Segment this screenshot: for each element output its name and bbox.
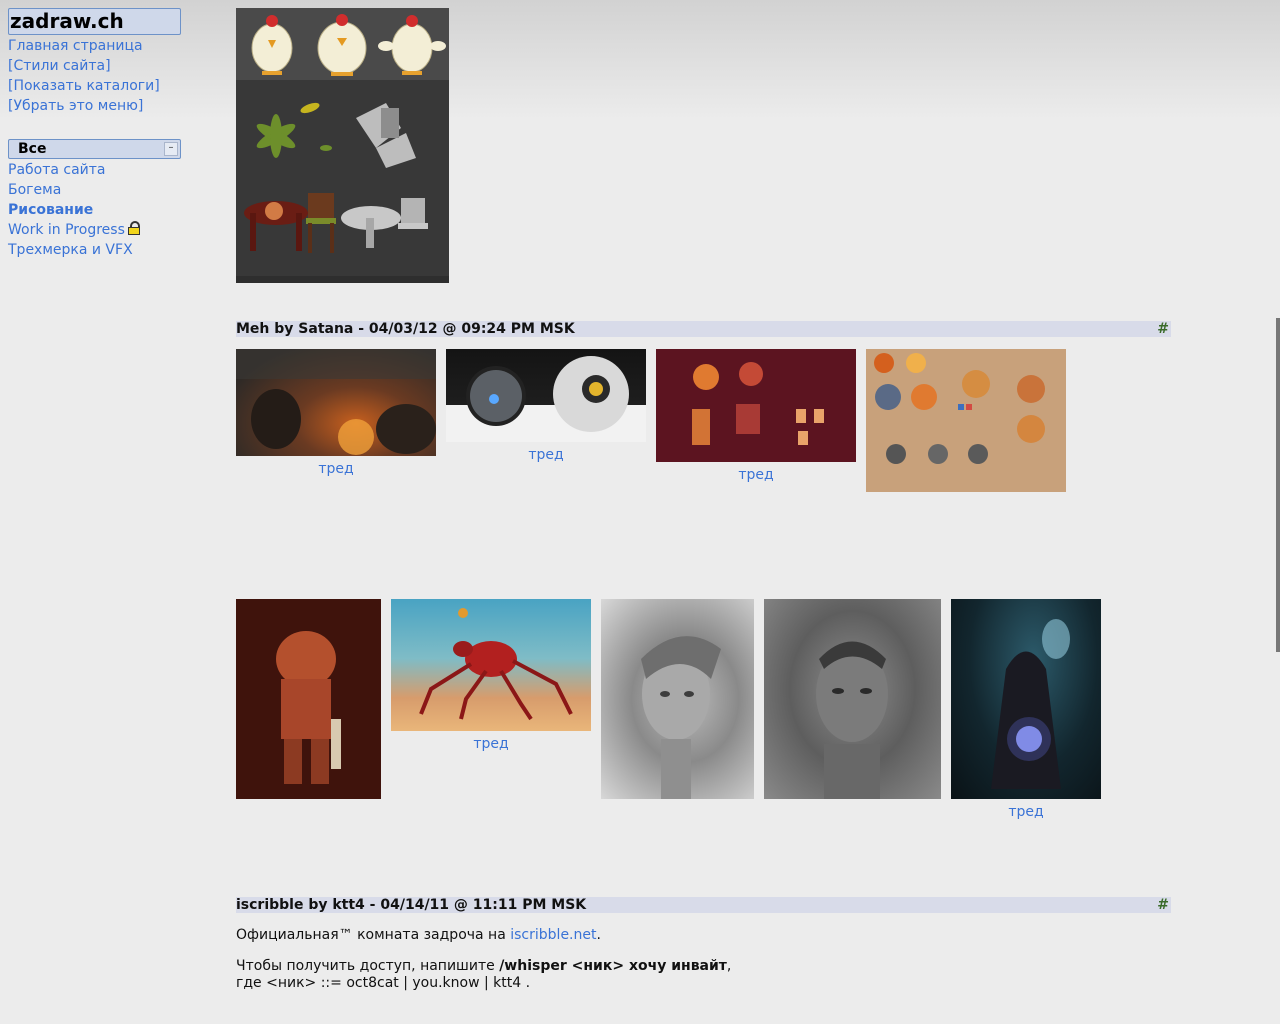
thumbnail-portal-robots[interactable] [446, 349, 646, 442]
category-wip[interactable]: Work in Progress [8, 222, 125, 238]
whisper-command: /whisper <ник> хочу инвайт [499, 958, 727, 974]
site-title[interactable]: zadraw.ch [8, 8, 181, 35]
post-text: . [596, 927, 601, 943]
category-wip-row: Work in Progress [8, 220, 181, 240]
post-body-line: где <ник> ::= oct8cat | you.know | ktt4 … [236, 975, 531, 991]
robots-art [466, 356, 629, 432]
thumbnail-portrait-woman[interactable] [601, 599, 754, 799]
thumbnail-shading-study-red[interactable] [656, 349, 856, 462]
category-list: Работа сайта Богема Рисование Work in Pr… [8, 160, 181, 260]
thread-link[interactable]: тред [446, 446, 646, 464]
thumbnail-spider-mech[interactable] [391, 599, 591, 731]
spider-art [419, 608, 573, 721]
post-body-line: Чтобы получить доступ, напишите /whisper… [236, 958, 731, 975]
post-text: Чтобы получить доступ, напишите [236, 958, 500, 974]
thumbnail-battle-scene[interactable] [236, 349, 436, 456]
shading-red-art [692, 362, 824, 445]
post-header: iscribble by ktt4 - 04/14/11 @ 11:11 PM … [236, 897, 1171, 913]
collapse-button[interactable]: – [164, 142, 178, 156]
orc-art [276, 631, 341, 784]
thumbnail-portrait-man[interactable] [764, 599, 941, 799]
post-title: Meh by Satana - 04/03/12 @ 09:24 PM MSK [236, 321, 575, 337]
thread-link[interactable]: тред [236, 460, 436, 478]
menu-link-hide-menu[interactable]: [Убрать это меню] [8, 96, 181, 116]
category-site-work[interactable]: Работа сайта [8, 160, 181, 180]
category-3d-vfx[interactable]: Трехмерка и VFX [8, 240, 181, 260]
post-text: Официальная™ комната задроча на [236, 927, 511, 943]
portrait-man-art [816, 641, 888, 799]
category-bohema[interactable]: Богема [8, 180, 181, 200]
section-header-all[interactable]: Все – [8, 139, 181, 159]
category-drawing[interactable]: Рисование [8, 200, 181, 220]
lock-icon [127, 221, 140, 235]
scrollbar-thumb[interactable] [1276, 318, 1280, 652]
menu-link-catalogs[interactable]: [Показать каталоги] [8, 76, 181, 96]
post-permalink[interactable]: # [1157, 897, 1169, 913]
menu-link-home[interactable]: Главная страница [8, 36, 181, 56]
sphere-study-art [874, 353, 1045, 464]
thread-link[interactable]: тред [656, 466, 856, 484]
post-permalink[interactable]: # [1157, 321, 1169, 337]
model-sheet-art [236, 8, 449, 283]
thread-link[interactable]: тред [951, 803, 1101, 821]
thumbnail-sphere-study[interactable] [866, 349, 1066, 492]
post-title: iscribble by ktt4 - 04/14/11 @ 11:11 PM … [236, 897, 587, 913]
thumbnail-orc-warrior[interactable] [236, 599, 381, 799]
post-text: , [726, 958, 732, 974]
menu-links: Главная страница [Стили сайта] [Показать… [8, 36, 181, 116]
sidebar: zadraw.ch Главная страница [Стили сайта]… [8, 8, 181, 260]
wizard-art [991, 619, 1070, 789]
post-body-line: Официальная™ комната задроча на iscribbl… [236, 927, 601, 944]
menu-link-styles[interactable]: [Стили сайта] [8, 56, 181, 76]
section-header-label: Все [18, 141, 47, 157]
battle-art [236, 349, 436, 455]
thumbnail-3d-sheet[interactable] [236, 8, 449, 283]
portrait-woman-art [641, 636, 721, 799]
thread-link[interactable]: тред [391, 735, 591, 753]
iscribble-link[interactable]: iscribble.net [510, 927, 596, 943]
thumbnail-wizard-orb[interactable] [951, 599, 1101, 799]
post-header: Meh by Satana - 04/03/12 @ 09:24 PM MSK … [236, 321, 1171, 337]
